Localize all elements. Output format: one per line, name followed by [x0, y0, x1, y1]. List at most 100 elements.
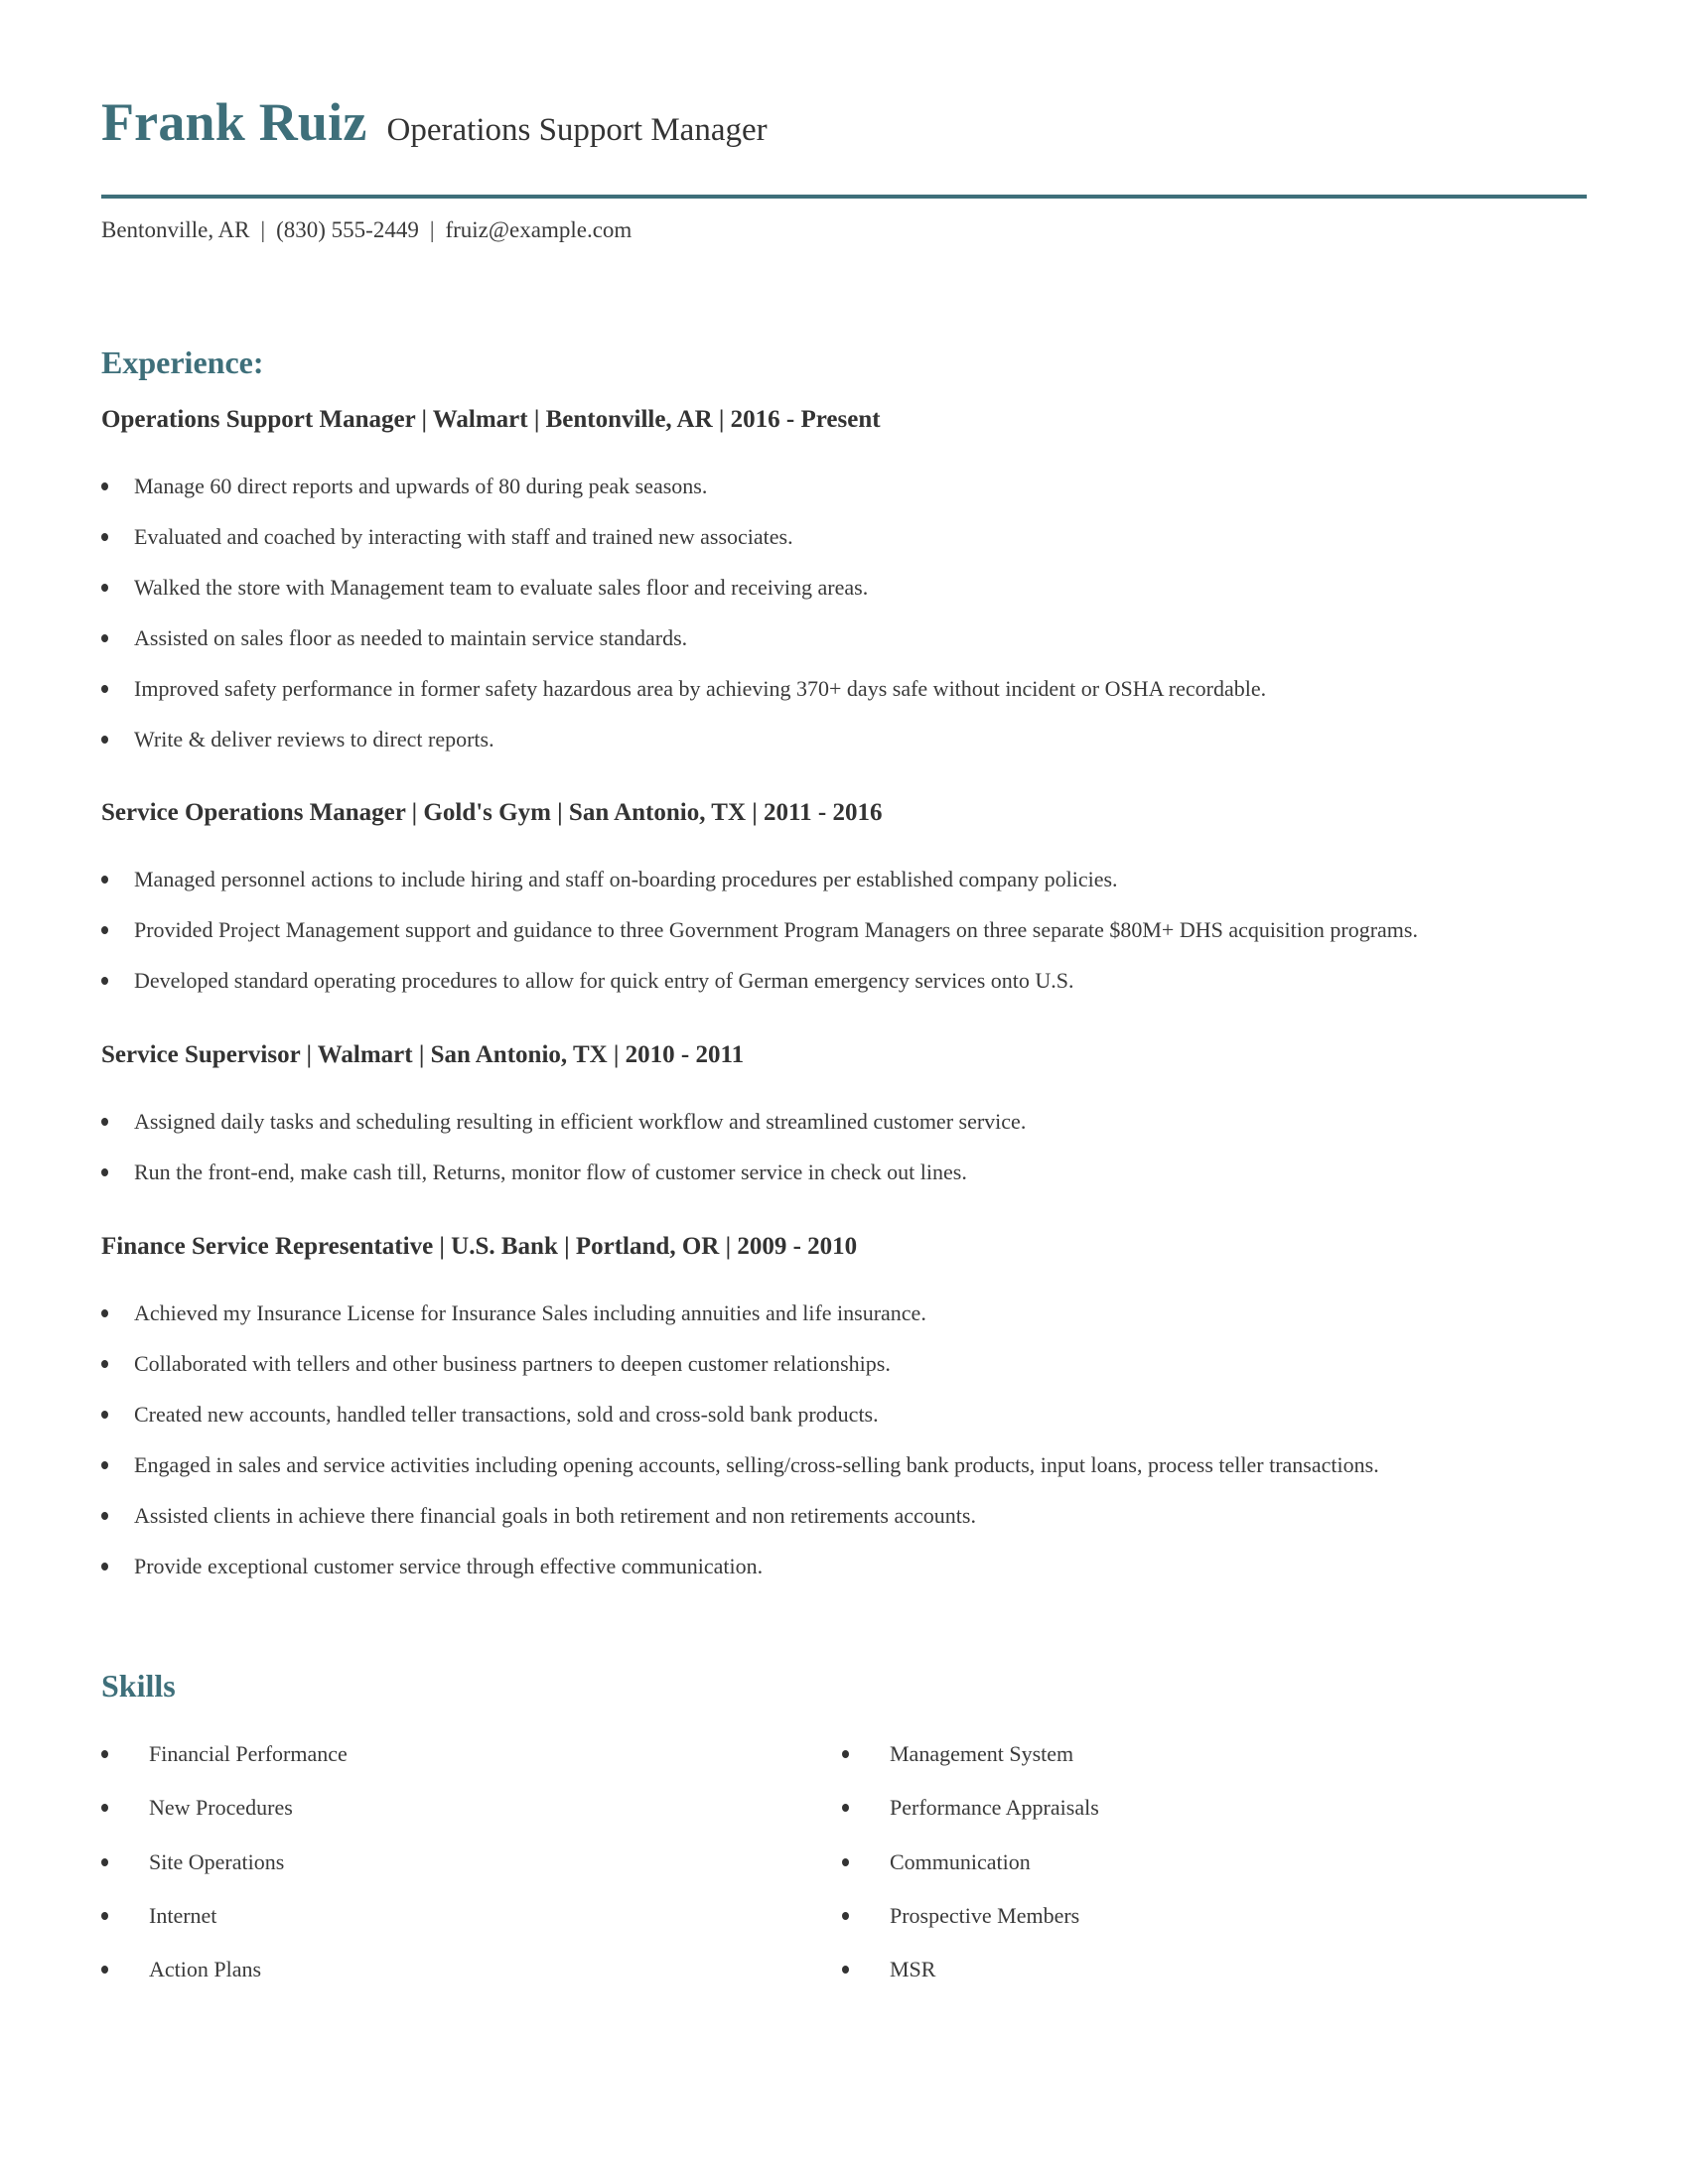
bullet-icon: [101, 533, 108, 541]
skill-text: Prospective Members: [890, 1902, 1080, 1928]
bullet-text: Write & deliver reviews to direct report…: [134, 727, 494, 751]
bullet-icon: [101, 1411, 108, 1419]
skill-text: Financial Performance: [149, 1741, 348, 1766]
contact-email[interactable]: fruiz@example.com: [445, 217, 632, 242]
skills-column-left: Financial Performance New Procedures Sit…: [101, 1727, 348, 1996]
bullet-icon: [101, 1857, 108, 1866]
contact-separator: |: [260, 217, 266, 242]
bullet-icon: [101, 1360, 108, 1368]
bullet-icon: [101, 1563, 108, 1570]
bullet-text: Assisted clients in achieve there financ…: [134, 1503, 976, 1528]
skill-text: Management System: [890, 1741, 1074, 1766]
skill-item: Management System: [842, 1727, 1099, 1781]
list-item: Managed personnel actions to include hir…: [101, 854, 1587, 904]
bullet-text: Assigned daily tasks and scheduling resu…: [134, 1109, 1027, 1134]
skill-text: Internet: [149, 1902, 217, 1928]
skill-item: Communication: [842, 1836, 1099, 1889]
bullet-icon: [101, 1911, 108, 1920]
bullet-text: Provide exceptional customer service thr…: [134, 1554, 764, 1578]
bullet-icon: [101, 977, 108, 985]
list-item: Walked the store with Management team to…: [101, 562, 1587, 613]
bullet-icon: [101, 1309, 108, 1317]
skill-item: Financial Performance: [101, 1727, 348, 1781]
contact-separator: |: [429, 217, 435, 242]
skill-item: Internet: [101, 1889, 348, 1943]
bullet-icon: [842, 1750, 849, 1758]
skill-item: Action Plans: [101, 1943, 348, 1996]
list-item: Collaborated with tellers and other busi…: [101, 1338, 1587, 1389]
list-item: Developed standard operating procedures …: [101, 955, 1587, 1006]
bullet-icon: [101, 482, 108, 490]
bullet-icon: [842, 1911, 849, 1920]
header-divider: [101, 195, 1587, 199]
skill-text: Communication: [890, 1848, 1031, 1874]
job-bullets: Manage 60 direct reports and upwards of …: [101, 461, 1587, 764]
bullet-icon: [101, 1512, 108, 1520]
bullet-text: Achieved my Insurance License for Insura…: [134, 1300, 926, 1325]
bullet-text: Improved safety performance in former sa…: [134, 676, 1267, 701]
bullet-icon: [101, 926, 108, 934]
contact-location: Bentonville, AR: [101, 217, 250, 242]
bullet-icon: [101, 1750, 108, 1758]
skill-item: New Procedures: [101, 1781, 348, 1835]
skill-text: Site Operations: [149, 1848, 285, 1874]
experience-heading: Experience:: [101, 344, 264, 380]
job-bullets: Assigned daily tasks and scheduling resu…: [101, 1096, 1587, 1197]
skill-text: Action Plans: [149, 1957, 262, 1982]
skill-item: MSR: [842, 1943, 1099, 1996]
list-item: Assisted on sales floor as needed to mai…: [101, 613, 1587, 663]
skill-item: Site Operations: [101, 1836, 348, 1889]
job-heading: Finance Service Representative | U.S. Ba…: [101, 1233, 858, 1260]
job-bullets: Managed personnel actions to include hir…: [101, 854, 1587, 1006]
contact-phone: (830) 555-2449: [276, 217, 419, 242]
bullet-icon: [842, 1857, 849, 1866]
bullet-icon: [101, 584, 108, 592]
bullet-icon: [101, 1461, 108, 1469]
bullet-icon: [101, 1168, 108, 1176]
bullet-text: Walked the store with Management team to…: [134, 575, 869, 600]
bullet-text: Evaluated and coached by interacting wit…: [134, 524, 793, 549]
list-item: Provided Project Management support and …: [101, 904, 1587, 955]
bullet-text: Developed standard operating procedures …: [134, 968, 1074, 993]
skills-heading: Skills: [101, 1668, 176, 1704]
bullet-text: Assisted on sales floor as needed to mai…: [134, 625, 688, 650]
bullet-text: Managed personnel actions to include hir…: [134, 867, 1118, 891]
list-item: Created new accounts, handled teller tra…: [101, 1389, 1587, 1439]
list-item: Manage 60 direct reports and upwards of …: [101, 461, 1587, 511]
bullet-icon: [101, 876, 108, 884]
list-item: Evaluated and coached by interacting wit…: [101, 511, 1587, 562]
job-entry: Operations Support Manager | Walmart | B…: [101, 406, 1587, 764]
list-item: Run the front-end, make cash till, Retur…: [101, 1147, 1587, 1197]
contact-line: Bentonville, AR | (830) 555-2449 | fruiz@exa…: [101, 217, 632, 243]
job-heading: Service Supervisor | Walmart | San Anton…: [101, 1041, 745, 1068]
bullet-text: Manage 60 direct reports and upwards of …: [134, 474, 708, 498]
list-item: Write & deliver reviews to direct report…: [101, 714, 1587, 764]
bullet-text: Run the front-end, make cash till, Retur…: [134, 1160, 967, 1184]
skill-text: MSR: [890, 1957, 936, 1982]
bullet-text: Engaged in sales and service activities …: [134, 1452, 1379, 1477]
bullet-icon: [101, 736, 108, 744]
candidate-name: Frank Ruiz: [101, 92, 367, 152]
skill-item: Performance Appraisals: [842, 1781, 1099, 1835]
skill-text: Performance Appraisals: [890, 1795, 1099, 1821]
job-entry: Finance Service Representative | U.S. Ba…: [101, 1233, 1587, 1591]
skill-item: Prospective Members: [842, 1889, 1099, 1943]
bullet-icon: [101, 634, 108, 642]
list-item: Provide exceptional customer service thr…: [101, 1541, 1587, 1591]
bullet-icon: [101, 1118, 108, 1126]
list-item: Assigned daily tasks and scheduling resu…: [101, 1096, 1587, 1147]
bullet-text: Created new accounts, handled teller tra…: [134, 1402, 879, 1427]
job-heading: Operations Support Manager | Walmart | B…: [101, 406, 881, 433]
bullet-icon: [842, 1804, 849, 1813]
list-item: Engaged in sales and service activities …: [101, 1439, 1587, 1490]
bullet-text: Provided Project Management support and …: [134, 917, 1418, 942]
job-heading: Service Operations Manager | Gold's Gym …: [101, 799, 883, 826]
job-entry: Service Operations Manager | Gold's Gym …: [101, 799, 1587, 1006]
list-item: Assisted clients in achieve there financ…: [101, 1490, 1587, 1541]
candidate-title: Operations Support Manager: [386, 112, 768, 148]
list-item: Improved safety performance in former sa…: [101, 663, 1587, 714]
job-entry: Service Supervisor | Walmart | San Anton…: [101, 1041, 1587, 1197]
skills-column-right: Management System Performance Appraisals…: [842, 1727, 1099, 1996]
bullet-icon: [101, 1804, 108, 1813]
bullet-icon: [842, 1966, 849, 1975]
